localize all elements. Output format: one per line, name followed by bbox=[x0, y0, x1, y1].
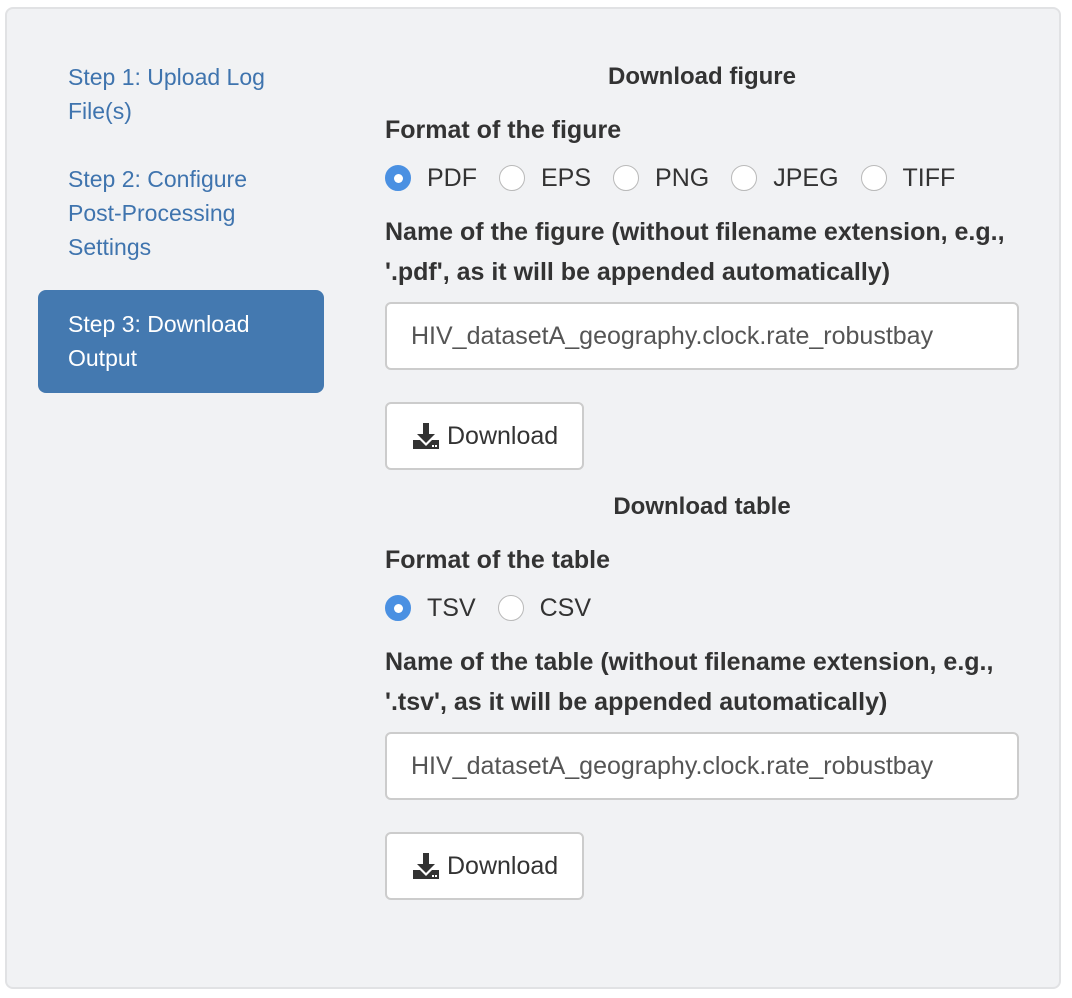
download-icon bbox=[413, 853, 439, 879]
radio-label-csv: CSV bbox=[539, 593, 592, 622]
radio-tiff[interactable]: TIFF bbox=[860, 163, 956, 193]
radio-label-pdf: PDF bbox=[427, 163, 477, 192]
download-table-button[interactable]: Download bbox=[385, 832, 585, 900]
radio-png[interactable]: PNG bbox=[613, 164, 709, 193]
radio-button-csv[interactable] bbox=[497, 595, 524, 621]
download-icon bbox=[413, 423, 439, 449]
download-table-label: Download bbox=[447, 851, 559, 880]
radio-pdf[interactable]: PDF bbox=[385, 164, 477, 193]
radio-eps[interactable]: EPS bbox=[499, 164, 591, 193]
radio-button-tsv[interactable] bbox=[385, 595, 411, 621]
step-nav: Step 1: Upload Log File(s) Step 2: Confi… bbox=[38, 52, 324, 411]
nav-step-1[interactable]: Step 1: Upload Log File(s) bbox=[38, 52, 324, 136]
figure-format-radio-group: PDF EPS PNG JPEG TIFF bbox=[385, 156, 1019, 200]
table-name-label: Name of the table (without filename exte… bbox=[385, 648, 994, 716]
radio-label-png: PNG bbox=[655, 163, 710, 192]
radio-jpeg[interactable]: JPEG bbox=[731, 163, 839, 193]
figure-format-label: Format of the figure bbox=[385, 116, 622, 144]
download-figure-label: Download bbox=[447, 421, 559, 450]
download-figure-button[interactable]: Download bbox=[385, 402, 585, 470]
radio-label-tsv: TSV bbox=[427, 593, 476, 622]
radio-button-png[interactable] bbox=[613, 165, 640, 191]
radio-button-eps[interactable] bbox=[499, 165, 525, 191]
radio-button-jpeg[interactable] bbox=[731, 165, 758, 191]
figure-name-label: Name of the figure (without filename ext… bbox=[385, 218, 1005, 286]
radio-tsv[interactable]: TSV bbox=[385, 594, 476, 623]
radio-button-tiff[interactable] bbox=[860, 165, 887, 191]
figure-name-input[interactable] bbox=[385, 302, 1019, 370]
table-name-input[interactable] bbox=[385, 732, 1019, 800]
radio-csv[interactable]: CSV bbox=[497, 593, 592, 623]
nav-step-2[interactable]: Step 2: Configure Post-Processing Settin… bbox=[38, 154, 324, 272]
table-format-radio-group: TSV CSV bbox=[385, 586, 1019, 630]
radio-button-pdf[interactable] bbox=[385, 165, 411, 191]
radio-label-eps: EPS bbox=[541, 163, 592, 192]
nav-step-3[interactable]: Step 3: Download Output bbox=[38, 290, 324, 393]
table-section-title: Download table bbox=[613, 493, 791, 520]
radio-label-jpeg: JPEG bbox=[773, 163, 839, 192]
figure-section-title: Download figure bbox=[608, 63, 796, 90]
radio-label-tiff: TIFF bbox=[902, 163, 956, 192]
table-format-label: Format of the table bbox=[385, 546, 611, 574]
main-content: Download figure Format of the figure PDF… bbox=[385, 60, 1019, 900]
